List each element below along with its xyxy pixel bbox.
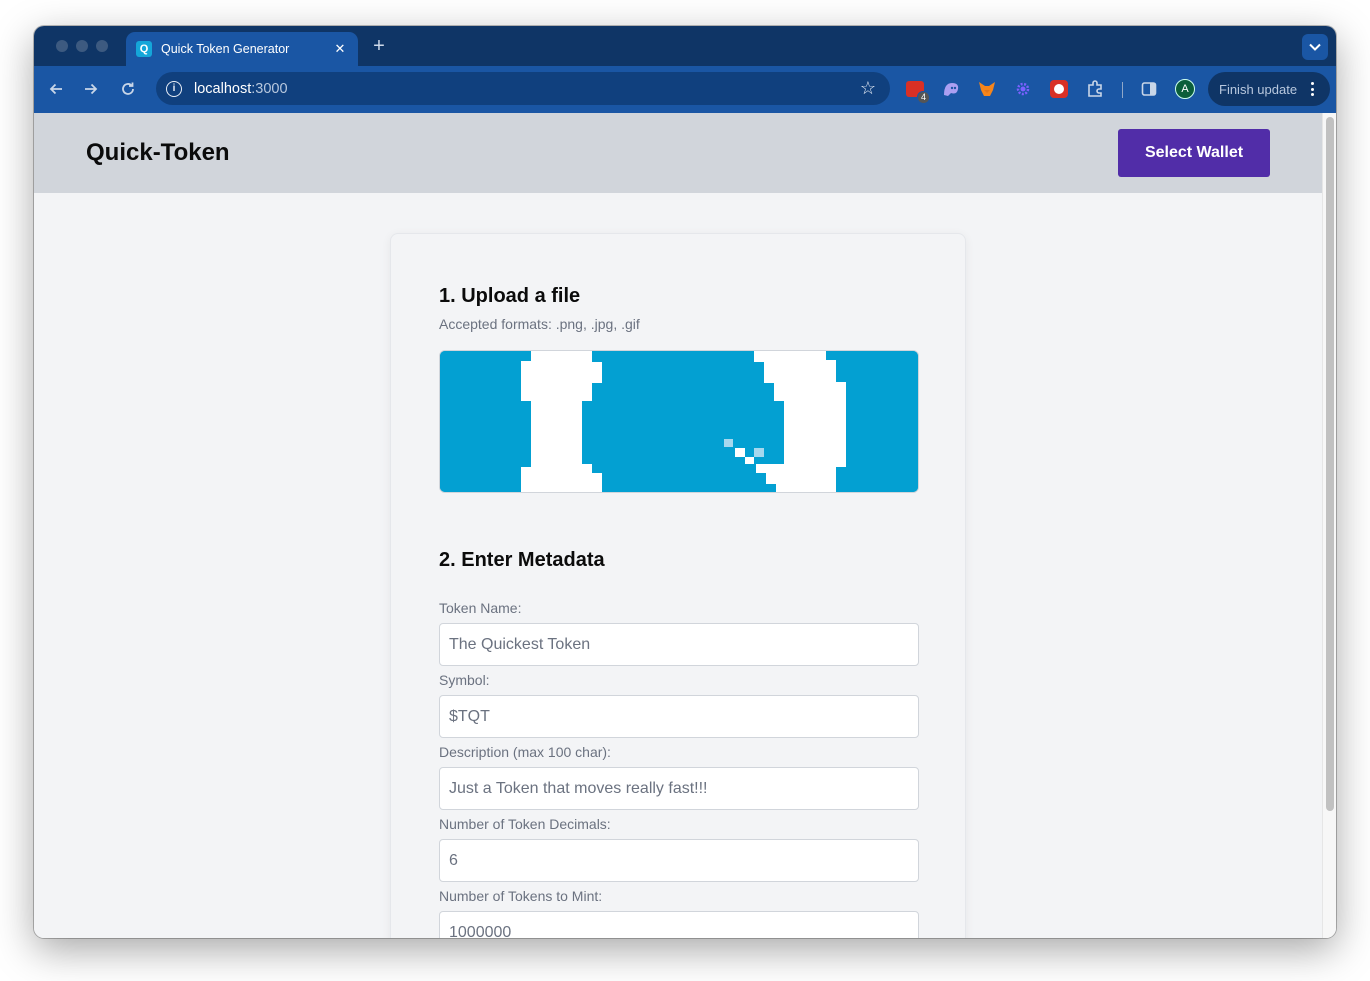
select-wallet-button[interactable]: Select Wallet (1118, 129, 1270, 177)
bookmark-star-icon[interactable]: ☆ (860, 78, 876, 99)
profile-avatar[interactable]: A (1175, 79, 1195, 99)
extension-fox-icon[interactable] (976, 78, 998, 100)
extension-calendar-icon[interactable]: 4 (904, 78, 930, 104)
extension-gear-icon[interactable] (1012, 78, 1034, 100)
upload-format-hint: Accepted formats: .png, .jpg, .gif (439, 316, 640, 332)
url-text: localhost:3000 (194, 80, 288, 97)
new-tab-button[interactable]: + (369, 35, 389, 58)
extension-badge: 4 (916, 91, 930, 104)
symbol-input[interactable] (439, 695, 919, 738)
arrow-right-icon (85, 83, 98, 95)
tab-title: Quick Token Generator (161, 42, 290, 56)
tab-search-button[interactable] (1302, 34, 1328, 60)
page-scrollbar[interactable] (1322, 113, 1336, 938)
quick-token-logo-image (440, 351, 918, 492)
decimals-input[interactable] (439, 839, 919, 882)
forward-button[interactable] (80, 78, 102, 100)
decimals-label: Number of Token Decimals: (439, 816, 611, 832)
finish-update-label: Finish update (1219, 81, 1298, 97)
app-header: Quick-Token Select Wallet (34, 113, 1322, 193)
tab-quick-token-generator[interactable]: Q Quick Token Generator ✕ (126, 32, 358, 66)
token-name-input[interactable] (439, 623, 919, 666)
uploaded-image-preview[interactable] (439, 350, 919, 493)
token-form-card: 1. Upload a file Accepted formats: .png,… (390, 233, 966, 938)
tab-favicon-icon: Q (136, 41, 152, 57)
brand-title: Quick-Token (86, 139, 230, 166)
description-input[interactable] (439, 767, 919, 810)
extensions-puzzle-icon[interactable] (1084, 78, 1106, 100)
reload-icon (122, 82, 134, 95)
extension-ghost-icon[interactable] (940, 78, 962, 100)
site-info-icon[interactable]: i (166, 80, 182, 97)
tab-close-icon[interactable]: ✕ (332, 41, 348, 57)
chevron-down-icon (1309, 43, 1321, 51)
description-label: Description (max 100 char): (439, 744, 611, 760)
address-bar[interactable]: i localhost:3000 ☆ (156, 72, 890, 105)
browser-window: Q Quick Token Generator ✕ + i localhost:… (34, 26, 1336, 938)
kebab-menu-icon[interactable] (1302, 82, 1322, 96)
browser-toolbar: i localhost:3000 ☆ 4 A Finish update (34, 66, 1336, 113)
metadata-section-title: 2. Enter Metadata (439, 549, 605, 571)
page-viewport: Quick-Token Select Wallet 1. Upload a fi… (34, 113, 1336, 938)
minimize-window-button[interactable] (76, 40, 88, 52)
side-panel-icon[interactable] (1138, 78, 1160, 100)
arrow-left-icon (49, 83, 62, 95)
close-window-button[interactable] (56, 40, 68, 52)
mint-amount-label: Number of Tokens to Mint: (439, 888, 603, 904)
extension-panda-icon[interactable] (1048, 78, 1070, 100)
scrollbar-thumb[interactable] (1326, 117, 1334, 811)
back-button[interactable] (45, 78, 67, 100)
token-name-label: Token Name: (439, 600, 522, 616)
zoom-window-button[interactable] (96, 40, 108, 52)
tab-strip: Q Quick Token Generator ✕ + (34, 26, 1336, 66)
upload-section-title: 1. Upload a file (439, 285, 581, 307)
toolbar-separator (1122, 82, 1123, 98)
symbol-label: Symbol: (439, 672, 490, 688)
mint-amount-input[interactable] (439, 911, 919, 938)
reload-button[interactable] (117, 78, 139, 100)
finish-update-button[interactable]: Finish update (1208, 72, 1330, 106)
